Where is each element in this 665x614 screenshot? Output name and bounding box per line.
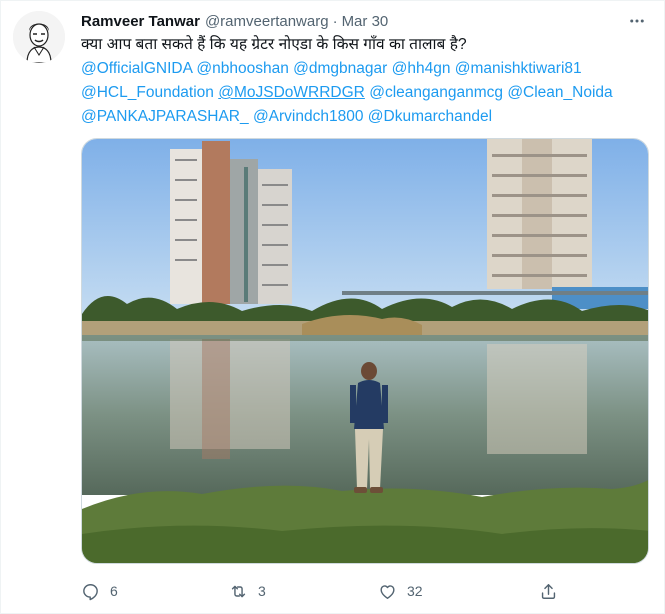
share-button[interactable] (539, 577, 558, 605)
tweet-text-line: @HCL_Foundation @MoJSDoWRRDGR @cleangang… (81, 81, 651, 105)
author-handle[interactable]: @ramveertanwarg (205, 13, 329, 30)
mention-link[interactable]: @Arvindch1800 (253, 108, 364, 125)
retweet-button[interactable]: 3 (229, 577, 266, 605)
author-name[interactable]: Ramveer Tanwar (81, 13, 200, 30)
mention-link[interactable]: @PANKAJPARASHAR_ (81, 108, 249, 125)
tweet-text-line: क्या आप बता सकते हैं कि यह ग्रेटर नोएडा … (81, 33, 651, 57)
reply-bubble-icon (83, 583, 98, 600)
tweet-text: क्या आप बता सकते हैं कि यह ग्रेटर नोएडा … (81, 33, 651, 129)
pond-photo (82, 139, 648, 563)
more-options-button[interactable] (623, 10, 651, 32)
tweet-date[interactable]: Mar 30 (342, 13, 389, 30)
separator-dot: · (332, 12, 338, 30)
avatar-illustration (13, 11, 65, 63)
tweet-header: Ramveer Tanwar @ramveertanwarg · Mar 30 (81, 10, 388, 32)
mention-link[interactable]: @Dkumarchandel (368, 108, 492, 125)
reply-button[interactable]: 6 (81, 577, 118, 605)
like-button[interactable]: 32 (378, 577, 423, 605)
mention-link[interactable]: @manishktiwari81 (455, 60, 582, 77)
tweet-photo[interactable] (81, 138, 649, 564)
tweet-text-line: @PANKAJPARASHAR_ @Arvindch1800 @Dkumarch… (81, 105, 651, 129)
tweet-text-segment: क्या आप बता सकते हैं कि यह ग्रेटर नोएडा … (81, 36, 467, 53)
retweet-icon (231, 585, 246, 597)
mention-link[interactable]: @Clean_Noida (507, 84, 612, 101)
mention-link[interactable]: @MoJSDoWRRDGR (218, 84, 365, 101)
tweet-text-line: @OfficialGNIDA @nbhooshan @dmgbnagar @hh… (81, 57, 651, 81)
tweet-actions: 6 3 32 (73, 577, 573, 605)
share-icon (541, 583, 556, 599)
mention-link[interactable]: @dmgbnagar (293, 60, 387, 77)
tweet[interactable]: Ramveer Tanwar @ramveertanwarg · Mar 30 … (0, 0, 665, 614)
mention-link[interactable]: @nbhooshan (196, 60, 288, 77)
mention-link[interactable]: @cleanganganmcg (369, 84, 503, 101)
avatar[interactable] (13, 11, 65, 63)
reply-count: 6 (110, 583, 118, 599)
mention-link[interactable]: @HCL_Foundation (81, 84, 214, 101)
heart-icon (380, 584, 395, 599)
more-dots-icon (630, 19, 644, 23)
retweet-count: 3 (258, 583, 266, 599)
mention-link[interactable]: @hh4gn (392, 60, 451, 77)
mention-link[interactable]: @OfficialGNIDA (81, 60, 192, 77)
like-count: 32 (407, 583, 423, 599)
